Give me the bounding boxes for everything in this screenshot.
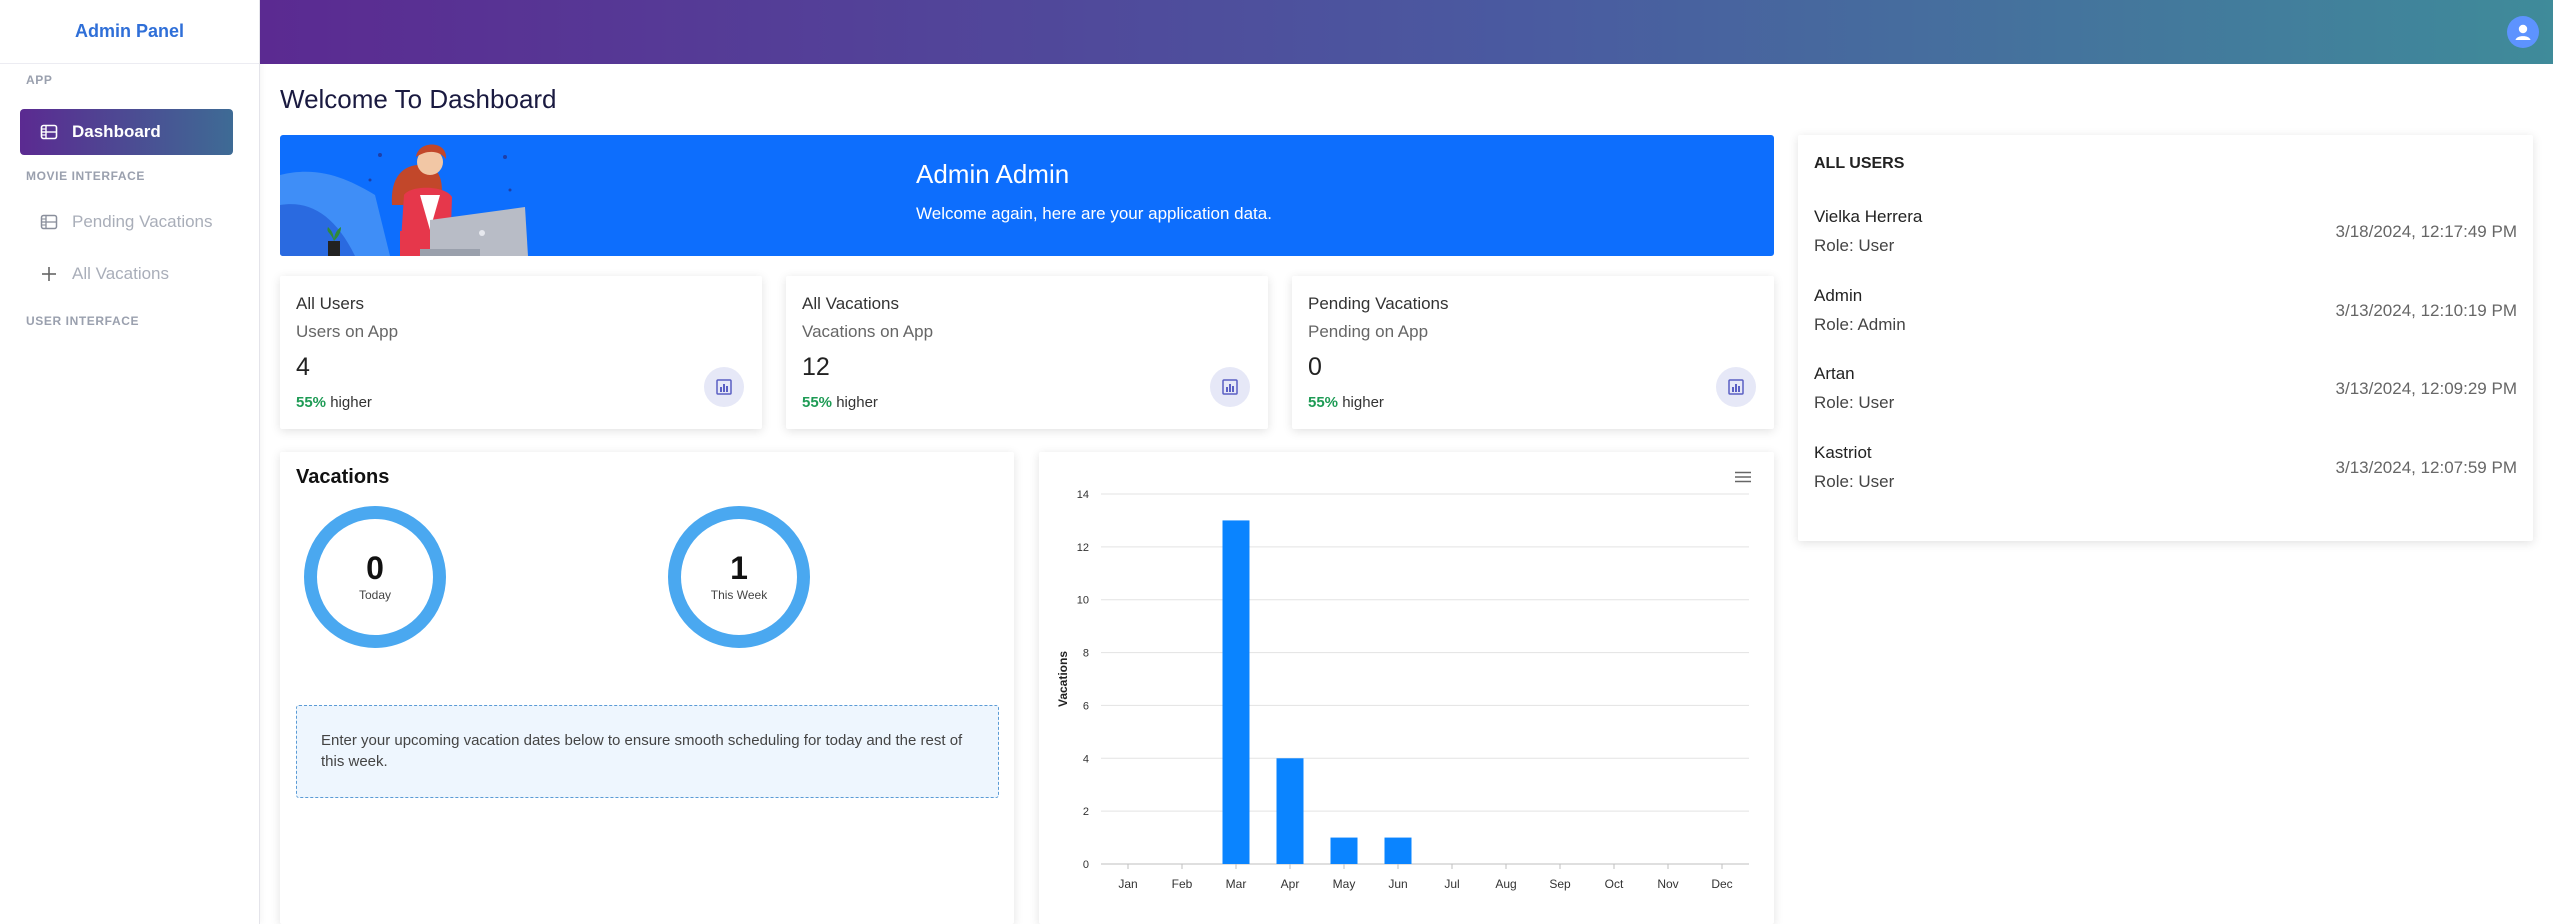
user-date: 3/13/2024, 12:07:59 PM	[2335, 458, 2517, 477]
bar-may	[1330, 837, 1358, 864]
y-axis-label: Vacations	[1056, 651, 1070, 707]
x-tick-label: May	[1333, 877, 1356, 891]
stat-title: All Users	[296, 294, 365, 313]
bar-mar	[1222, 520, 1250, 864]
stat-subtitle: Vacations on App	[802, 322, 934, 341]
x-tick-label: Mar	[1226, 877, 1247, 891]
user-name: Artan	[1814, 364, 1855, 383]
bar-jun	[1384, 837, 1412, 864]
user-date: 3/13/2024, 12:09:29 PM	[2335, 379, 2517, 398]
sidebar-item-label: Pending Vacations	[72, 212, 213, 231]
user-name: Vielka Herrera	[1814, 207, 1923, 226]
x-tick-label: Aug	[1495, 877, 1516, 891]
user-role: Role: Admin	[1814, 315, 1906, 334]
y-tick-label: 12	[1077, 542, 1089, 554]
section-label-user: USER INTERFACE	[26, 314, 140, 328]
user-avatar-icon[interactable]	[2507, 16, 2539, 48]
vacations-chart-card: 0 2 4 6 8 10 12 14 Jan Feb Mar Apr May Jun Jul Aug Sep Oc…	[1039, 452, 1774, 924]
y-tick-label: 4	[1083, 753, 1089, 765]
stat-percent: 55%	[296, 394, 327, 411]
chart-icon	[1716, 367, 1756, 407]
banner-user-name: Admin Admin	[916, 159, 1070, 189]
stat-value: 12	[802, 353, 830, 381]
vacations-card: Vacations 0 Today 1 This Week Enter your…	[280, 452, 1014, 924]
chart-icon	[704, 367, 744, 407]
sidebar-item-pending-vacations[interactable]: Pending Vacations	[20, 199, 233, 245]
user-role: Role: User	[1814, 393, 1895, 412]
x-tick-label: Dec	[1711, 877, 1732, 891]
y-tick-label: 6	[1083, 700, 1089, 712]
y-tick-label: 10	[1077, 595, 1089, 607]
y-tick-label: 2	[1083, 806, 1089, 818]
user-row[interactable]: Artan Role: User 3/13/2024, 12:09:29 PM	[1814, 364, 2517, 424]
x-tick-label: Feb	[1172, 877, 1193, 891]
user-row[interactable]: Vielka Herrera Role: User 3/18/2024, 12:…	[1814, 207, 2517, 267]
user-date: 3/13/2024, 12:10:19 PM	[2335, 301, 2517, 320]
user-role: Role: User	[1814, 236, 1895, 255]
user-role: Role: User	[1814, 472, 1895, 491]
stat-percent: 55%	[1308, 394, 1339, 411]
film-icon	[40, 123, 58, 141]
film-icon	[40, 213, 58, 231]
week-label: This Week	[710, 588, 768, 602]
stat-percent: 55%	[802, 394, 833, 411]
x-tick-label: Nov	[1657, 877, 1678, 891]
all-users-title: ALL USERS	[1814, 155, 1905, 172]
welcome-illustration	[280, 144, 528, 256]
sidebar-item-all-vacations[interactable]: All Vacations	[20, 251, 233, 297]
stat-subtitle: Pending on App	[1308, 322, 1429, 341]
user-name: Kastriot	[1814, 443, 1872, 462]
x-tick-label: Jul	[1444, 877, 1459, 891]
user-row[interactable]: Kastriot Role: User 3/13/2024, 12:07:59 …	[1814, 443, 2517, 503]
today-ring: 0 Today	[304, 506, 446, 648]
vacations-bar-chart: 0 2 4 6 8 10 12 14 Jan Feb Mar Apr May Jun Jul Aug Sep Oc…	[1056, 489, 1749, 891]
today-label: Today	[358, 588, 392, 602]
vacation-note: Enter your upcoming vacation dates below…	[296, 705, 999, 798]
y-tick-label: 14	[1077, 489, 1089, 501]
user-name: Admin	[1814, 286, 1863, 305]
stat-title: All Vacations	[802, 294, 900, 313]
stat-suffix: higher	[330, 394, 372, 411]
plus-icon	[40, 265, 58, 283]
today-value: 0	[366, 550, 384, 586]
stat-card-all-vacations: All Vacations Vacations on App 12 55% hi…	[786, 276, 1268, 429]
x-tick-label: Apr	[1281, 877, 1300, 891]
banner-message: Welcome again, here are your application…	[916, 204, 1272, 223]
section-label-app: APP	[26, 73, 53, 87]
sidebar-item-dashboard[interactable]: Dashboard	[20, 109, 233, 155]
page-title: Welcome To Dashboard	[280, 84, 557, 114]
stat-change: 55% higher	[802, 394, 878, 411]
sidebar-item-label: Dashboard	[72, 122, 161, 141]
sidebar: Admin Panel APP Dashboard MOVIE INTERFAC…	[0, 0, 260, 924]
chart-icon	[1210, 367, 1250, 407]
x-tick-label: Jun	[1388, 877, 1407, 891]
user-row[interactable]: Admin Role: Admin 3/13/2024, 12:10:19 PM	[1814, 286, 2517, 346]
stat-suffix: higher	[836, 394, 878, 411]
all-users-card: ALL USERS Vielka Herrera Role: User 3/18…	[1798, 135, 2533, 541]
x-tick-label: Jan	[1118, 877, 1137, 891]
section-label-movie: MOVIE INTERFACE	[26, 169, 146, 183]
stat-card-all-users: All Users Users on App 4 55% higher	[280, 276, 762, 429]
bar-apr	[1276, 758, 1304, 864]
sidebar-item-label: All Vacations	[72, 264, 170, 283]
y-tick-label: 0	[1083, 859, 1089, 871]
vacations-title: Vacations	[296, 466, 390, 488]
x-tick-label: Sep	[1549, 877, 1571, 891]
y-tick-label: 8	[1083, 648, 1089, 660]
stat-change: 55% higher	[1308, 394, 1384, 411]
brand-title[interactable]: Admin Panel	[0, 0, 259, 64]
stat-card-pending-vacations: Pending Vacations Pending on App 0 55% h…	[1292, 276, 1774, 429]
top-bar	[260, 0, 2553, 64]
user-date: 3/18/2024, 12:17:49 PM	[2335, 222, 2517, 241]
stat-change: 55% higher	[296, 394, 372, 411]
stat-value: 4	[296, 353, 310, 381]
x-tick-label: Oct	[1605, 877, 1624, 891]
week-value: 1	[730, 550, 748, 586]
welcome-banner: Admin Admin Welcome again, here are your…	[280, 135, 1774, 256]
week-ring: 1 This Week	[668, 506, 810, 648]
stat-suffix: higher	[1342, 394, 1384, 411]
stat-value: 0	[1308, 353, 1322, 381]
stat-title: Pending Vacations	[1308, 294, 1449, 313]
stat-subtitle: Users on App	[296, 322, 399, 341]
